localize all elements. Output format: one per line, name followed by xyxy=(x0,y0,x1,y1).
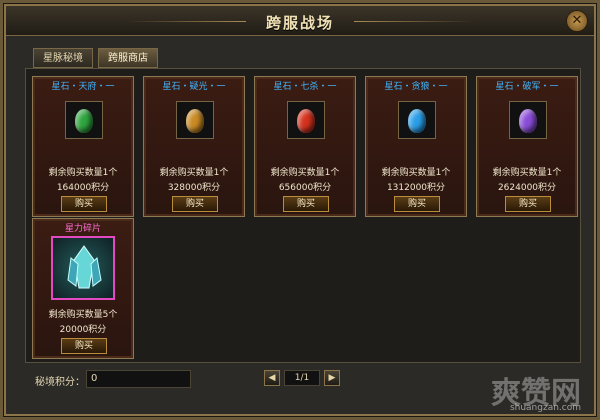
price-points: 656000积分 xyxy=(278,183,332,193)
page-indicator: 1/1 xyxy=(284,370,320,386)
red-gem-icon xyxy=(297,109,315,133)
price-points: 2624000积分 xyxy=(497,183,557,193)
close-button[interactable]: ✕ xyxy=(566,10,588,32)
price-points: 20000积分 xyxy=(59,325,107,335)
title-bar: 跨服战场 ✕ xyxy=(6,6,594,36)
buy-button[interactable]: 购买 xyxy=(172,196,218,212)
shop-item-card: 星石・破军・一 剩余购买数量1个 2624000积分 购买 xyxy=(476,76,578,217)
blue-gem-icon xyxy=(408,109,426,133)
shop-item-card: 星力碎片 剩余购买数量5个 20000积分 购买 xyxy=(32,218,134,359)
remaining-quantity: 剩余购买数量1个 xyxy=(48,168,118,178)
window-title: 跨服战场 xyxy=(265,14,334,32)
tab-bar: 星脉秘境 跨服商店 xyxy=(33,48,158,68)
tab-cross-server-shop[interactable]: 跨服商店 xyxy=(98,48,158,68)
watermark-url: shuangzan.com xyxy=(509,403,581,413)
remaining-quantity: 剩余购买数量1个 xyxy=(270,168,340,178)
shop-item-card: 星石・疑光・一 剩余购买数量1个 328000积分 购买 xyxy=(143,76,245,217)
item-icon-frame[interactable] xyxy=(176,101,214,139)
buy-button[interactable]: 购买 xyxy=(283,196,329,212)
orange-gem-icon xyxy=(186,109,204,133)
title-ornament-right xyxy=(354,21,474,22)
item-icon-frame[interactable] xyxy=(398,101,436,139)
realm-points-value: 0 xyxy=(86,370,191,388)
next-page-button[interactable]: ▶ xyxy=(324,370,340,386)
price-points: 328000积分 xyxy=(167,183,221,193)
tab-star-vein-realm[interactable]: 星脉秘境 xyxy=(33,48,93,68)
buy-button[interactable]: 购买 xyxy=(394,196,440,212)
item-icon-frame[interactable] xyxy=(51,236,115,300)
price-points: 1312000积分 xyxy=(386,183,446,193)
pagination: ◀ 1/1 ▶ xyxy=(264,370,340,386)
remaining-quantity: 剩余购买数量1个 xyxy=(492,168,562,178)
shop-item-card: 星石・天府・一 剩余购买数量1个 164000积分 购买 xyxy=(32,76,134,217)
shop-item-card: 星石・七杀・一 剩余购买数量1个 656000积分 购买 xyxy=(254,76,356,217)
green-gem-icon xyxy=(75,109,93,133)
remaining-quantity: 剩余购买数量1个 xyxy=(381,168,451,178)
remaining-quantity: 剩余购买数量5个 xyxy=(48,310,118,320)
price-points: 164000积分 xyxy=(56,183,110,193)
buy-button[interactable]: 购买 xyxy=(61,196,107,212)
realm-points-label: 秘境积分： xyxy=(35,377,85,388)
item-icon-frame[interactable] xyxy=(287,101,325,139)
remaining-quantity: 剩余购买数量1个 xyxy=(159,168,229,178)
shop-item-card: 星石・贪狼・一 剩余购买数量1个 1312000积分 购买 xyxy=(365,76,467,217)
buy-button[interactable]: 购买 xyxy=(61,338,107,354)
item-name: 星石・天府・一 xyxy=(51,82,115,92)
buy-button[interactable]: 购买 xyxy=(505,196,551,212)
item-name: 星石・疑光・一 xyxy=(162,82,226,92)
shop-panel: 星石・天府・一 剩余购买数量1个 164000积分 购买 星石・疑光・一 剩余购… xyxy=(25,68,581,363)
item-icon-frame[interactable] xyxy=(65,101,103,139)
crystal-shard-icon xyxy=(67,245,102,289)
cross-server-battlefield-window: 跨服战场 ✕ 星脉秘境 跨服商店 星石・天府・一 剩余购买数量1个 164000… xyxy=(0,0,600,420)
purple-gem-icon xyxy=(519,109,537,133)
item-name: 星力碎片 xyxy=(64,224,101,234)
item-name: 星石・贪狼・一 xyxy=(384,82,448,92)
item-name: 星石・破军・一 xyxy=(495,82,559,92)
item-icon-frame[interactable] xyxy=(509,101,547,139)
item-name: 星石・七杀・一 xyxy=(273,82,337,92)
previous-page-button[interactable]: ◀ xyxy=(264,370,280,386)
